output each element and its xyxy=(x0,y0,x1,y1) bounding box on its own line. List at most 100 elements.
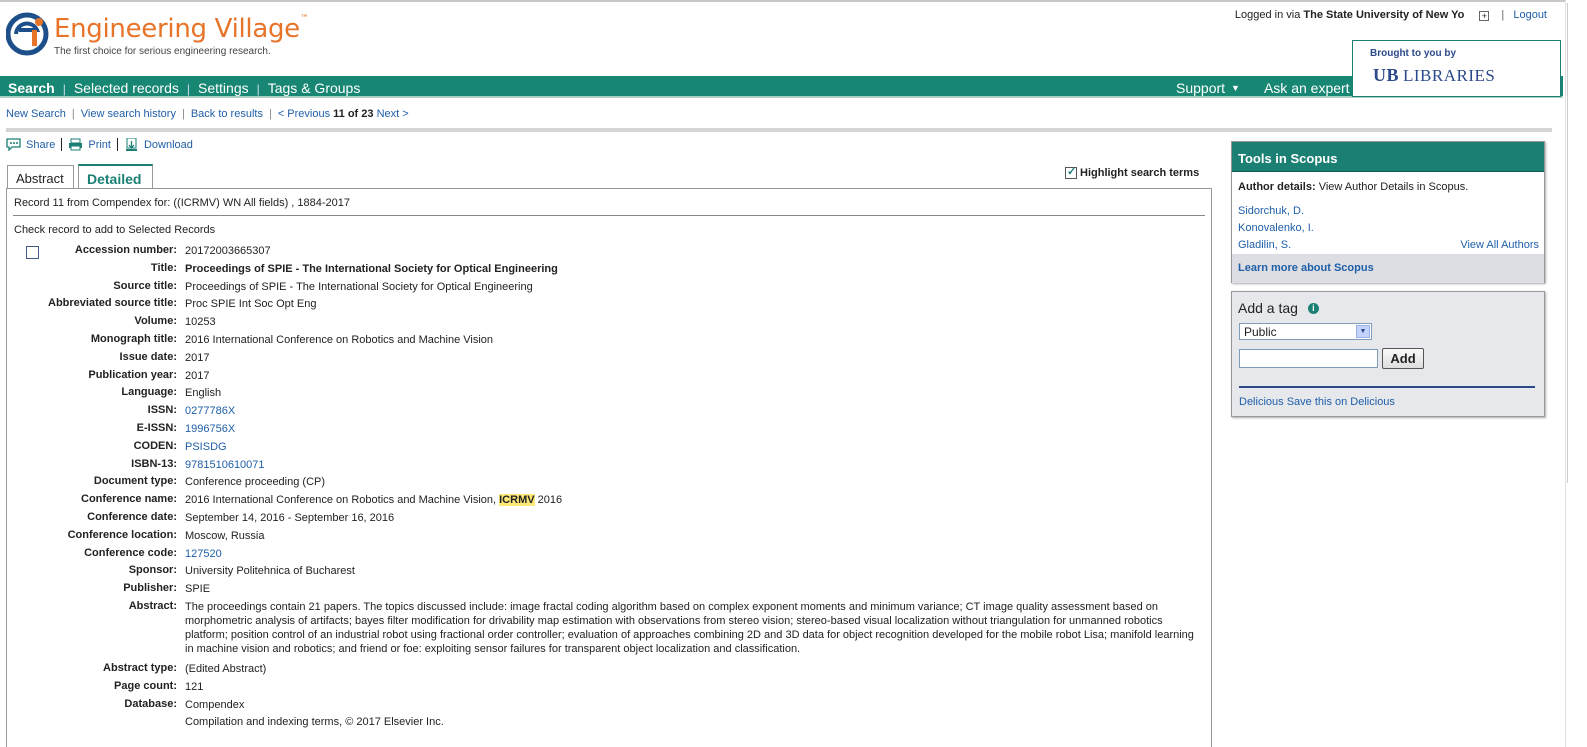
nav-ask-expert[interactable]: Ask an expert xyxy=(1264,80,1350,96)
field-row: Publisher: SPIE xyxy=(7,582,1207,600)
info-icon[interactable]: i xyxy=(1307,302,1319,314)
learn-more-scopus-link[interactable]: Learn more about Scopus xyxy=(1238,262,1374,274)
field-label: Issue date: xyxy=(119,350,177,363)
field-row: ISSN: 0277786X xyxy=(7,404,1207,422)
tab-abstract[interactable]: Abstract xyxy=(7,165,74,189)
add-tag-button[interactable]: Add xyxy=(1382,348,1424,369)
record-actions: Share Print Download xyxy=(6,138,193,151)
isbn-link[interactable]: 9781510610071 xyxy=(185,459,265,471)
record-title: Proceedings of SPIE - The International … xyxy=(185,262,558,275)
field-label: E-ISSN: xyxy=(136,421,177,434)
field-value: 121 xyxy=(185,680,204,693)
field-row: Document type: Conference proceeding (CP) xyxy=(7,475,1207,493)
print-icon[interactable] xyxy=(68,138,83,151)
eissn-link[interactable]: 1996756X xyxy=(185,423,235,435)
nav-selected-records[interactable]: Selected records xyxy=(74,80,179,96)
logo-title: Engineering Village™ xyxy=(54,14,309,44)
window-top-border xyxy=(0,0,1587,2)
field-row: Compilation and indexing terms, © 2017 E… xyxy=(7,715,1207,733)
share-icon[interactable] xyxy=(6,138,21,151)
tag-visibility-select[interactable]: Public ▼ xyxy=(1239,323,1372,340)
highlight-label: Highlight search terms xyxy=(1080,167,1200,179)
chevron-down-icon[interactable]: ▼ xyxy=(1356,325,1370,338)
coden-link[interactable]: PSISDG xyxy=(185,441,227,453)
abstract-text: The proceedings contain 21 papers. The t… xyxy=(185,600,1194,655)
field-value: (Edited Abstract) xyxy=(185,662,267,675)
field-value: 2017 xyxy=(185,369,210,382)
field-value: 2016 International Conference on Robotic… xyxy=(185,333,493,346)
field-value: Conference proceeding (CP) xyxy=(185,476,326,489)
field-label: Page count: xyxy=(114,679,177,692)
author-link[interactable]: Sidorchuk, D. xyxy=(1238,205,1304,217)
field-value: Moscow, Russia xyxy=(185,529,265,542)
highlight-search-terms[interactable]: Highlight search terms xyxy=(1065,165,1200,179)
record-source-line: Record 11 from Compendex for: ((ICRMV) W… xyxy=(14,197,351,209)
nav-support[interactable]: Support xyxy=(1176,80,1225,96)
highlight-checkbox[interactable] xyxy=(1065,165,1077,179)
nav-settings[interactable]: Settings xyxy=(198,80,249,96)
vertical-scrollbar[interactable] xyxy=(1565,0,1587,747)
field-row: Abstract type: (Edited Abstract) xyxy=(7,662,1207,680)
next-record-link[interactable]: Next > xyxy=(377,108,409,120)
field-label: Database: xyxy=(124,697,177,710)
delicious-link[interactable]: Delicious xyxy=(1239,396,1284,408)
field-row: Publication year: 2017 xyxy=(7,369,1207,387)
print-link[interactable]: Print xyxy=(88,139,111,151)
field-row: Abstract: The proceedings contain 21 pape… xyxy=(7,600,1207,662)
tag-input[interactable] xyxy=(1239,349,1378,368)
field-value: Proc SPIE Int Soc Opt Eng xyxy=(185,298,317,311)
field-label: CODEN: xyxy=(133,439,177,452)
view-all-authors-link[interactable]: View All Authors xyxy=(1460,239,1539,251)
field-label: Conference name: xyxy=(81,493,177,506)
expand-institution-icon[interactable]: + xyxy=(1479,11,1490,21)
subnav-divider xyxy=(6,128,1552,132)
field-value: Compendex xyxy=(185,698,245,711)
download-icon[interactable] xyxy=(124,138,139,151)
brought-to-you-by-banner[interactable]: Brought to you by UB LIBRARIES xyxy=(1352,40,1561,97)
author-link[interactable]: Konovalenko, I. xyxy=(1238,222,1314,234)
record-divider xyxy=(13,215,1205,216)
field-value: SPIE xyxy=(185,583,211,596)
conference-name-value: 2016 International Conference on Robotic… xyxy=(185,494,563,507)
logout-link[interactable]: Logout xyxy=(1513,9,1547,21)
field-row: Conference location: Moscow, Russia xyxy=(7,529,1207,547)
field-label: Language: xyxy=(121,386,177,399)
field-row: Conference date: September 14, 2016 - Sep… xyxy=(7,511,1207,529)
field-label: Accession number: xyxy=(74,244,177,256)
ev-logo-icon xyxy=(6,12,49,56)
field-label: Source title: xyxy=(113,279,177,292)
delicious-row: Delicious Save this on Delicious xyxy=(1239,396,1395,408)
tag-divider xyxy=(1239,386,1535,388)
view-search-history-link[interactable]: View search history xyxy=(81,108,176,120)
download-link[interactable]: Download xyxy=(144,139,193,151)
new-search-link[interactable]: New Search xyxy=(6,108,66,120)
previous-record-link[interactable]: < Previous xyxy=(278,108,330,120)
add-tag-box: Add a tag i Public ▼ Add Delicious Save th… xyxy=(1231,291,1545,417)
field-value: English xyxy=(185,387,222,400)
issn-link[interactable]: 0277786X xyxy=(185,405,235,417)
nav-tags-groups[interactable]: Tags & Groups xyxy=(268,80,361,96)
field-label: Publication year: xyxy=(88,368,177,381)
field-label: ISBN-13: xyxy=(131,457,177,470)
main-nav-bar: Search | Selected records | Settings | Tags & … xyxy=(0,76,1563,98)
field-label: ISSN: xyxy=(147,404,177,417)
back-to-results-link[interactable]: Back to results xyxy=(191,108,263,120)
record-position: 11 of 23 xyxy=(333,108,374,120)
nav-search[interactable]: Search xyxy=(8,80,55,96)
field-row: Conference code: 127520 xyxy=(7,547,1207,565)
engineering-village-logo[interactable]: Engineering Village™ The first choice fo… xyxy=(6,10,309,70)
field-value: University Politehnica of Bucharest xyxy=(185,565,355,578)
field-value: Proceedings of SPIE - The International … xyxy=(185,280,533,293)
field-label: Abbreviated source title: xyxy=(48,297,177,310)
scopus-title: Tools in Scopus xyxy=(1232,142,1544,172)
conference-code-link[interactable]: 127520 xyxy=(185,548,222,560)
field-row: Language: English xyxy=(7,386,1207,404)
author-link[interactable]: Gladilin, S. xyxy=(1238,239,1291,251)
field-label: Sponsor: xyxy=(128,564,177,577)
chevron-down-icon[interactable]: ▼ xyxy=(1231,83,1240,93)
save-on-delicious-link[interactable]: Save this on Delicious xyxy=(1287,396,1395,408)
tab-detailed[interactable]: Detailed xyxy=(78,164,153,189)
scopus-tools-box: Tools in Scopus Author details: View Aut… xyxy=(1231,141,1545,283)
record-fields: Accession number: 20172003665307 Title: Pr… xyxy=(7,244,1207,733)
share-link[interactable]: Share xyxy=(26,139,55,151)
